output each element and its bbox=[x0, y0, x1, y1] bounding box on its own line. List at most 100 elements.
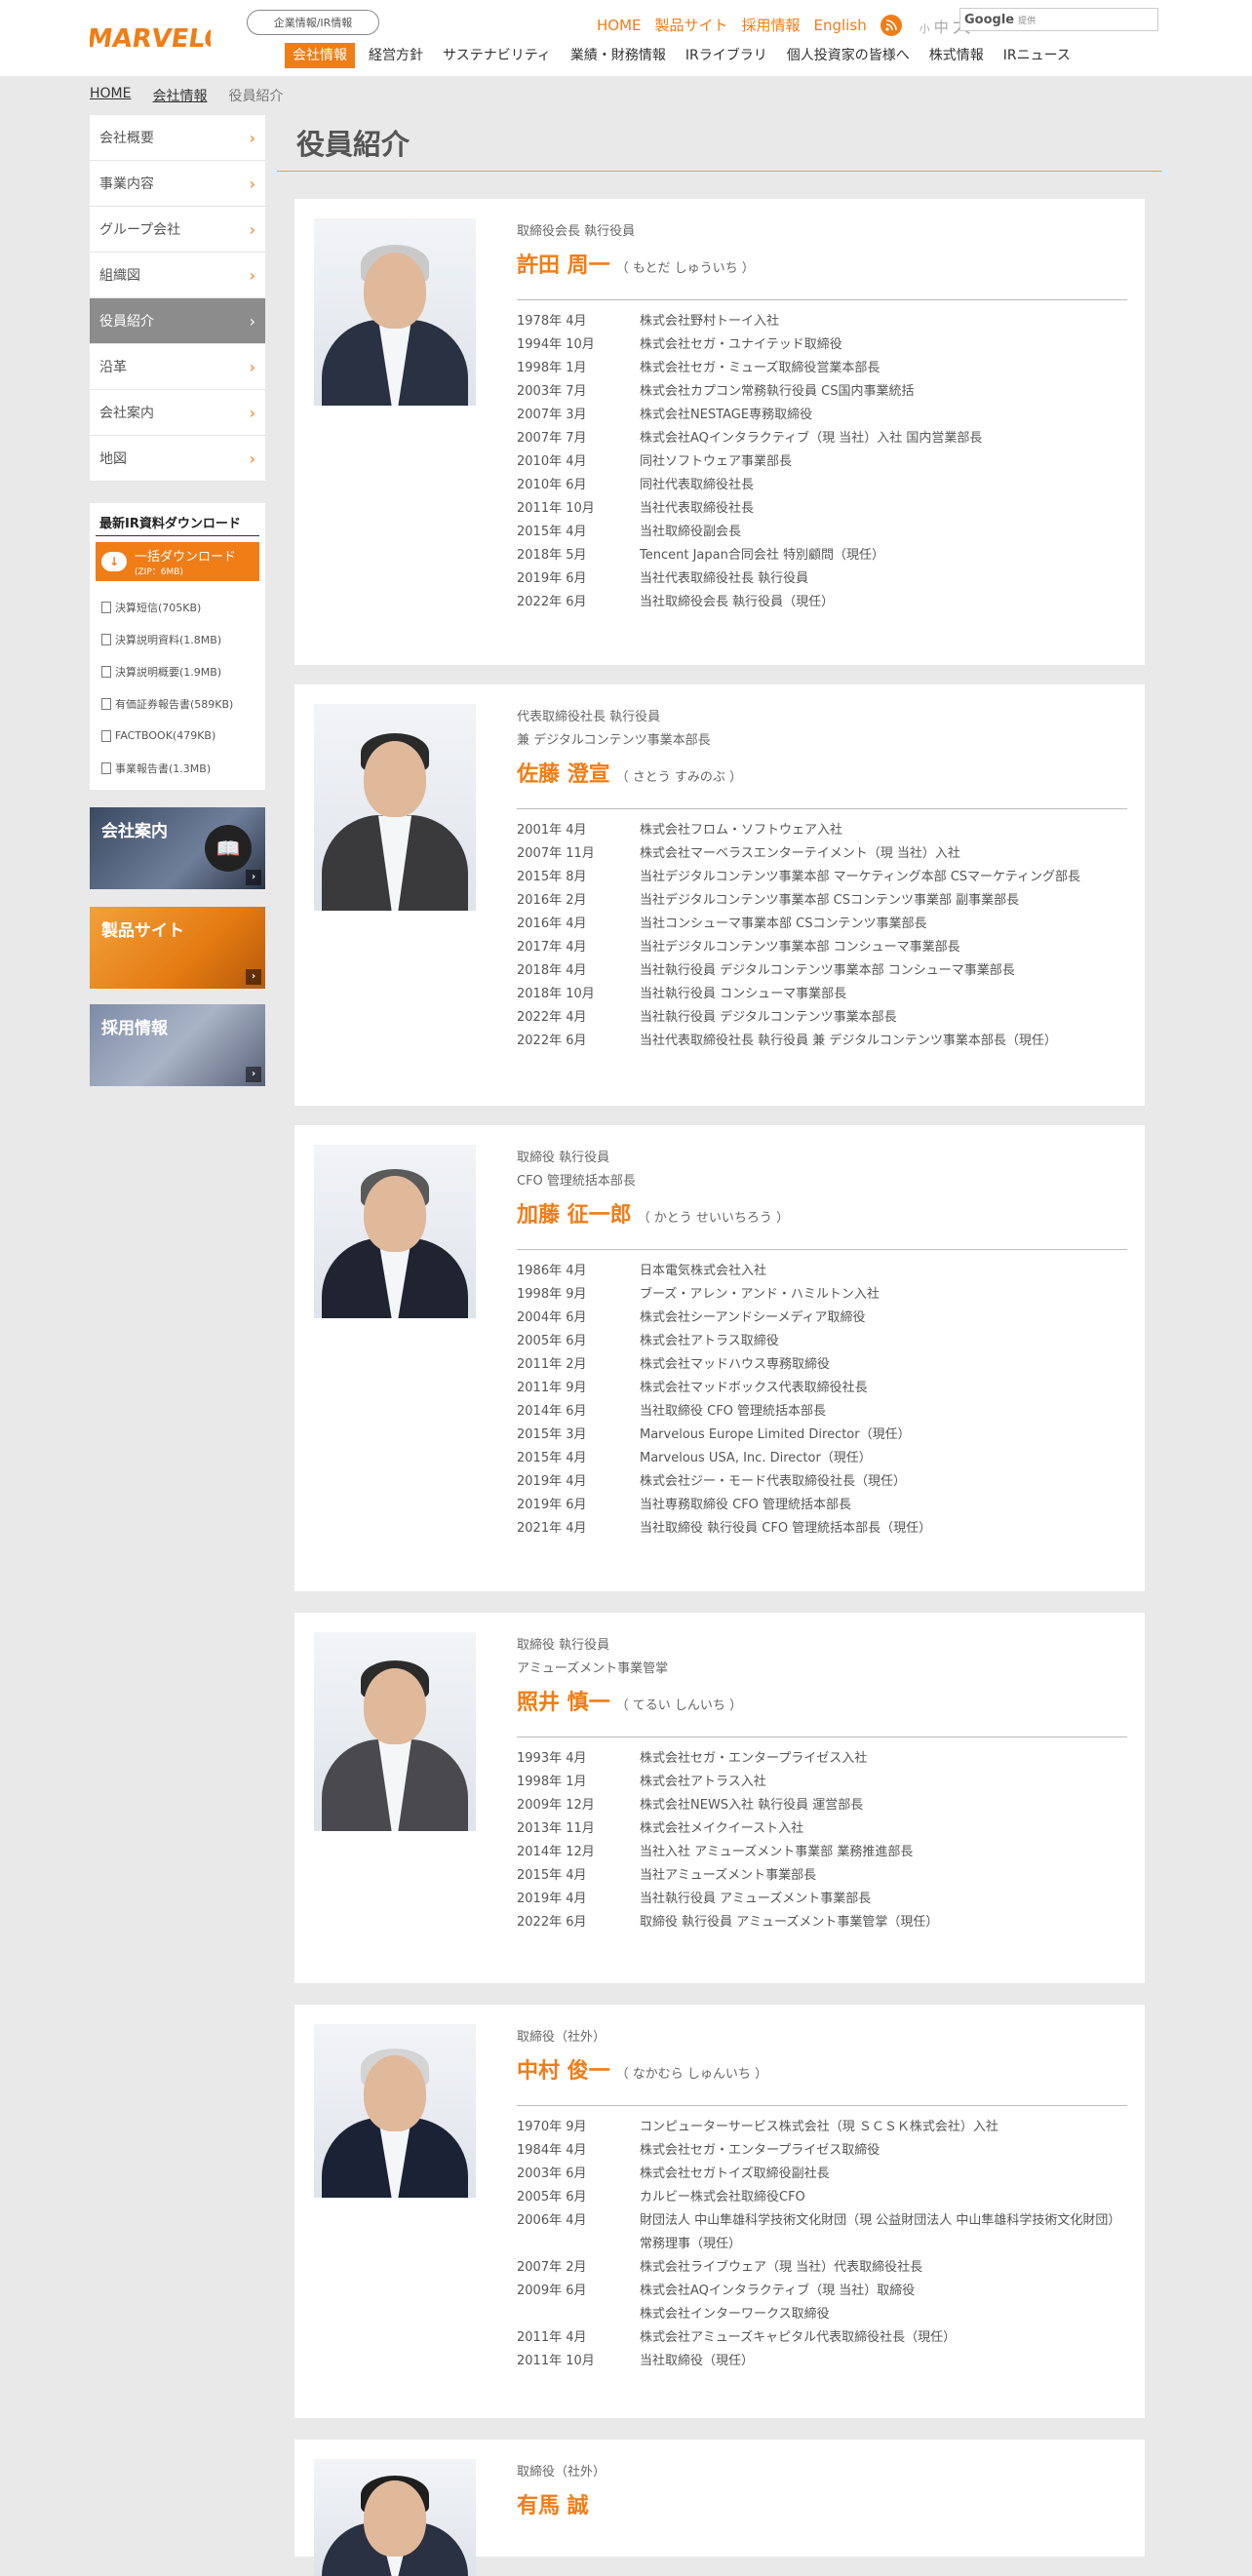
bulk-download-button[interactable]: ↓ 一括ダウンロード (ZIP：6MB) bbox=[96, 542, 259, 581]
career-event: 当社代表取締役社長 執行役員 bbox=[640, 571, 809, 586]
career-date: 2015年 4月 bbox=[517, 1868, 587, 1883]
career-event: 当社執行役員 アミューズメント事業部長 bbox=[640, 1892, 872, 1906]
font-small-button[interactable]: 小 bbox=[919, 20, 930, 36]
officer-role: 取締役（社外） bbox=[517, 2030, 606, 2045]
officer-photo bbox=[314, 704, 476, 911]
career-event: 株式会社セガ・ミューズ取締役営業本部長 bbox=[640, 361, 880, 375]
product-site-link[interactable]: 製品サイト bbox=[655, 15, 728, 35]
career-date: 2018年 5月 bbox=[517, 548, 587, 563]
officer-name: 許田 周一 （ もとだ しゅういち ） bbox=[517, 250, 1127, 286]
officer-photo bbox=[314, 1145, 476, 1318]
career-date: 2014年 12月 bbox=[517, 1845, 595, 1859]
book-icon: 📖 bbox=[205, 825, 252, 872]
officer-name: 佐藤 澄宣 （ さとう すみのぶ ） bbox=[517, 759, 1127, 795]
career-date: 2011年 10月 bbox=[517, 2354, 595, 2368]
career-date: 2013年 11月 bbox=[517, 1821, 595, 1836]
recruit-banner[interactable]: 採用情報 › bbox=[90, 1004, 265, 1086]
font-medium-button[interactable]: 中 bbox=[934, 17, 949, 37]
ir-file-link[interactable]: 事業報告書(1.3MB) bbox=[96, 752, 259, 784]
officer-role: 取締役会長 執行役員 bbox=[517, 224, 636, 239]
company-brochure-banner[interactable]: 会社案内 📖 › bbox=[90, 807, 265, 889]
sidebar-item-org-chart[interactable]: 組織図 › bbox=[90, 253, 265, 298]
career-date: 2022年 6月 bbox=[517, 595, 587, 609]
career-event: 株式会社野村トーイ入社 bbox=[640, 314, 780, 329]
career-event: 財団法人 中山隼雄科学技術文化財団（現 公益財団法人 中山隼雄科学技術文化財団）… bbox=[640, 2213, 1121, 2251]
career-event: 当社デジタルコンテンツ事業本部 コンシューマ事業部長 bbox=[640, 940, 960, 955]
nav-company-info[interactable]: 会社情報 bbox=[285, 43, 355, 68]
sidebar-item-group[interactable]: グループ会社 › bbox=[90, 207, 265, 253]
bulk-download-text: 一括ダウンロード (ZIP：6MB) bbox=[135, 546, 236, 577]
site-search-input[interactable]: Google 提供 bbox=[959, 8, 1158, 31]
officer-name-text: 中村 俊一 bbox=[517, 2059, 610, 2084]
rss-icon[interactable] bbox=[880, 14, 902, 36]
home-link[interactable]: HOME bbox=[597, 17, 642, 34]
breadcrumb-company-info[interactable]: 会社情報 bbox=[152, 86, 207, 105]
sidebar-item-overview[interactable]: 会社概要 › bbox=[90, 115, 265, 161]
officer-name-reading: （ てるい しんいち ） bbox=[615, 1698, 743, 1713]
ir-file-link[interactable]: FACTBOOK(479KB) bbox=[96, 720, 259, 752]
nav-ir-news[interactable]: IRニュース bbox=[994, 43, 1080, 68]
page-title: 役員紹介 bbox=[277, 113, 1162, 172]
career-date: 2021年 4月 bbox=[517, 1521, 587, 1536]
ir-file-label: FACTBOOK(479KB) bbox=[115, 729, 216, 742]
officer-name-text: 加藤 征一郎 bbox=[517, 1203, 632, 1228]
career-event: 株式会社NEWS入社 執行役員 運営部長 bbox=[640, 1798, 864, 1813]
sidebar-item-brochure[interactable]: 会社案内 › bbox=[90, 390, 265, 436]
career-date: 2006年 4月 bbox=[517, 2213, 587, 2228]
career-date: 1998年 1月 bbox=[517, 361, 587, 375]
banner-label: 製品サイト bbox=[101, 921, 184, 941]
career-event: 同社代表取締役社長 bbox=[640, 478, 755, 492]
career-event: 株式会社ライブウェア（現 当社）代表取締役社長 bbox=[640, 2260, 923, 2275]
product-site-banner[interactable]: 製品サイト › bbox=[90, 907, 265, 989]
sidebar-item-officers[interactable]: 役員紹介 › bbox=[90, 298, 265, 344]
english-link[interactable]: English bbox=[814, 17, 867, 34]
breadcrumb-home[interactable]: HOME bbox=[90, 86, 131, 105]
ir-file-link[interactable]: 決算説明資料(1.8MB) bbox=[96, 623, 259, 655]
career-event: 株式会社シーアンドシーメディア取締役 bbox=[640, 1310, 866, 1325]
nav-financial-info[interactable]: 業績・財務情報 bbox=[561, 43, 676, 68]
career-event: 株式会社マッドハウス専務取締役 bbox=[640, 1357, 831, 1372]
nav-sustainability[interactable]: サステナビリティ bbox=[433, 43, 561, 68]
nav-individual-investors[interactable]: 個人投資家の皆様へ bbox=[777, 43, 919, 68]
nav-ir-library[interactable]: IRライブラリ bbox=[676, 43, 777, 68]
officer-photo bbox=[314, 2459, 476, 2576]
officer-info: 取締役会長 執行役員 許田 周一（ もとだ しゅういち ） 1978年 4月 株式会社… bbox=[517, 220, 1127, 614]
career-date: 2011年 2月 bbox=[517, 1357, 587, 1372]
officer-card: 代表取締役社長 執行役員兼 デジタルコンテンツ事業本部長 佐藤 澄宣 （ さとう す… bbox=[294, 684, 1145, 1106]
sidebar-item-label: 会社案内 bbox=[99, 406, 154, 421]
officer-card: 取締役会長 執行役員 許田 周一（ もとだ しゅういち ） 1978年 4月 株式会社… bbox=[294, 199, 1145, 665]
officer-info: 取締役（社外） 有馬 誠 bbox=[517, 2461, 1127, 2523]
nav-stock-info[interactable]: 株式情報 bbox=[919, 43, 994, 68]
chevron-right-icon: › bbox=[249, 311, 255, 331]
ir-file-link[interactable]: 決算説明概要(1.9MB) bbox=[96, 655, 259, 687]
pdf-icon bbox=[101, 665, 111, 678]
sidebar-item-label: グループ会社 bbox=[99, 222, 181, 238]
career-event: 当社取締役副会長 bbox=[640, 525, 742, 539]
marvelous-logo[interactable]: MARVELOUS! bbox=[90, 8, 211, 60]
ir-file-link[interactable]: 決算短信(705KB) bbox=[96, 591, 259, 623]
banner-label: 会社案内 bbox=[101, 822, 168, 841]
career-date: 2011年 10月 bbox=[517, 501, 595, 516]
career-date: 2022年 6月 bbox=[517, 1034, 587, 1048]
corporate-ir-button[interactable]: 企業情報/IR情報 bbox=[247, 10, 379, 35]
career-event: 当社コンシューマ事業本部 CSコンテンツ事業部長 bbox=[640, 917, 927, 931]
career-date: 2010年 6月 bbox=[517, 478, 587, 492]
career-event: 株式会社カプコン常務執行役員 CS国内事業統括 bbox=[640, 384, 915, 399]
nav-management-policy[interactable]: 経営方針 bbox=[359, 43, 433, 68]
officer-name: 中村 俊一 （ なかむら しゅんいち ） bbox=[517, 2055, 1127, 2091]
ir-download-box: 最新IR資料ダウンロード ↓ 一括ダウンロード (ZIP：6MB) 決算短信(7… bbox=[90, 503, 265, 790]
sidebar-item-history[interactable]: 沿革 › bbox=[90, 344, 265, 390]
career-event: 同社ソフトウェア事業部長 bbox=[640, 454, 793, 469]
sidebar-item-label: 地図 bbox=[99, 451, 127, 467]
pdf-icon bbox=[101, 601, 111, 613]
career-date: 2016年 4月 bbox=[517, 917, 587, 931]
ir-file-link[interactable]: 有価証券報告書(589KB) bbox=[96, 687, 259, 720]
officer-card: 取締役 執行役員 アミューズメント事業管掌 照井 慎一 （ てるい しんいち ） 199… bbox=[294, 1613, 1145, 1983]
sidebar-item-business[interactable]: 事業内容 › bbox=[90, 161, 265, 207]
officer-card: 取締役（社外） 中村 俊一 （ なかむら しゅんいち ） 1970年 9月 コンピュータ… bbox=[294, 2005, 1145, 2418]
recruit-link[interactable]: 採用情報 bbox=[742, 15, 801, 35]
career-event: カルビー株式会社取締役CFO bbox=[640, 2190, 805, 2205]
sidebar-item-map[interactable]: 地図 › bbox=[90, 436, 265, 482]
officer-role: 取締役 執行役員 bbox=[517, 1638, 610, 1653]
officer-name-text: 有馬 誠 bbox=[517, 2494, 589, 2518]
